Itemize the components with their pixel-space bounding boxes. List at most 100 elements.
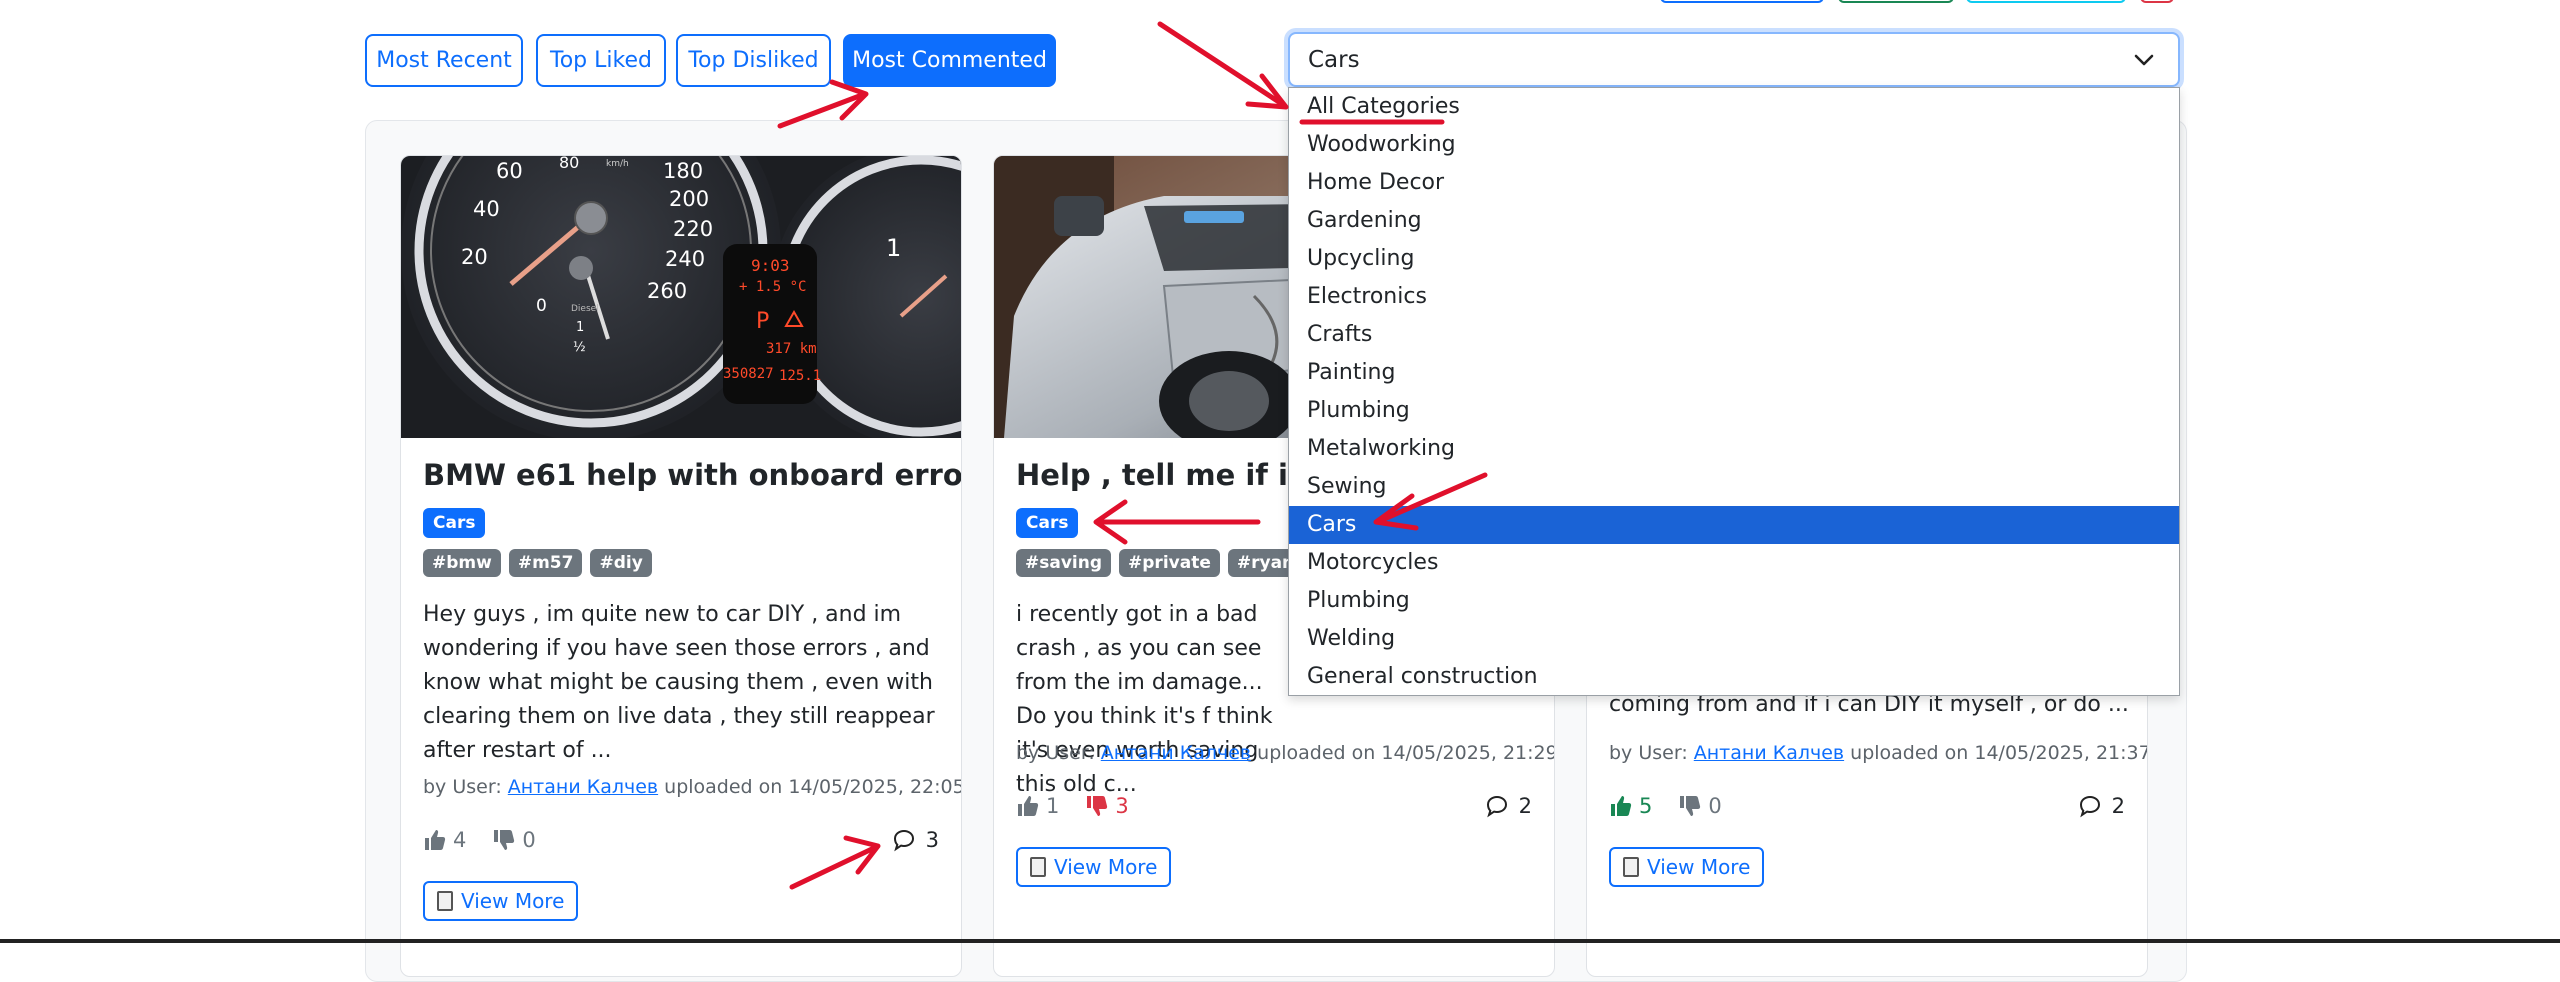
- comment-icon[interactable]: [892, 828, 916, 852]
- dash-tick: 220: [673, 217, 713, 241]
- category-option-home-decor[interactable]: Home Decor: [1289, 164, 2179, 202]
- tag-list: #saving #private #ryan: [1016, 549, 1304, 577]
- view-more-label: View More: [1647, 855, 1751, 879]
- dislike-count: 3: [1115, 794, 1129, 818]
- dash-tick: 80: [559, 156, 579, 172]
- category-option-plumbing[interactable]: Plumbing: [1289, 392, 2179, 430]
- header-button-partial-3[interactable]: [1966, 0, 2126, 3]
- dash-temp: + 1.5 °C: [739, 279, 806, 295]
- like-count: 5: [1639, 794, 1653, 818]
- comment-count: 3: [925, 828, 939, 852]
- dash-tick: 20: [461, 245, 488, 269]
- dash-trip: 125.1: [779, 368, 821, 384]
- dislike-count: 0: [522, 828, 536, 852]
- category-option-gardening[interactable]: Gardening: [1289, 202, 2179, 240]
- dash-gear: P: [756, 309, 769, 334]
- view-more-button[interactable]: View More: [1609, 847, 1765, 887]
- dash-fuel: ½: [573, 340, 586, 355]
- dash-tick: 60: [496, 159, 523, 183]
- category-option-painting[interactable]: Painting: [1289, 354, 2179, 392]
- dash-tick: 180: [663, 159, 703, 183]
- post-image-dashboard[interactable]: 60 80 40 20 0 km/h 180 200 220 240 260 1…: [401, 156, 961, 438]
- tag-badge: #m57: [508, 549, 583, 577]
- category-option-all[interactable]: All Categories: [1289, 88, 2179, 126]
- comment-icon[interactable]: [1485, 794, 1509, 818]
- dash-unit: km/h: [606, 159, 629, 169]
- category-select-value: Cars: [1308, 46, 1360, 73]
- category-option-cars[interactable]: Cars: [1289, 506, 2179, 544]
- comment-count: 2: [2111, 794, 2125, 818]
- dash-diesel: Diesel: [571, 304, 599, 314]
- dislike-count: 0: [1708, 794, 1722, 818]
- comment-count: 2: [1518, 794, 1532, 818]
- category-option-motorcycles[interactable]: Motorcycles: [1289, 544, 2179, 582]
- category-option-crafts[interactable]: Crafts: [1289, 316, 2179, 354]
- post-title: BMW e61 help with onboard errors: [423, 458, 962, 492]
- dash-tick: 1: [886, 234, 901, 262]
- dash-range: 317 km: [766, 341, 817, 357]
- category-dropdown-list[interactable]: All Categories Woodworking Home Decor Ga…: [1288, 87, 2180, 696]
- thumbs-up-icon[interactable]: [1016, 794, 1040, 818]
- category-select[interactable]: Cars: [1288, 32, 2180, 87]
- user-link[interactable]: Антани Калчев: [1101, 742, 1251, 764]
- category-option-upcycling[interactable]: Upcycling: [1289, 240, 2179, 278]
- upload-date: uploaded on 14/05/2025, 21:37:03: [1850, 742, 2147, 764]
- user-link[interactable]: Антани Калчев: [508, 776, 658, 798]
- category-option-electronics[interactable]: Electronics: [1289, 278, 2179, 316]
- category-badge: Cars: [423, 508, 486, 538]
- comment-count-group: 2: [1485, 794, 1532, 818]
- dash-tick: 40: [473, 197, 500, 221]
- dash-tick: 0: [536, 296, 547, 316]
- sort-most-recent-button[interactable]: Most Recent: [365, 34, 523, 87]
- sort-top-liked-button[interactable]: Top Liked: [536, 34, 666, 87]
- post-byline: by User: Антани Калчев uploaded on 14/05…: [423, 776, 961, 798]
- dash-clock: 9:03: [751, 256, 790, 275]
- post-byline: by User: Антани Калчев uploaded on 14/05…: [1609, 742, 2147, 764]
- chevron-down-icon: [2134, 54, 2154, 66]
- thumbs-up-icon[interactable]: [423, 828, 447, 852]
- tag-badge: #diy: [590, 549, 652, 577]
- category-option-plumbing-2[interactable]: Plumbing: [1289, 582, 2179, 620]
- view-more-button[interactable]: View More: [1016, 847, 1172, 887]
- header-button-partial-4[interactable]: [2140, 0, 2174, 3]
- comment-count-group: 3: [892, 828, 939, 852]
- tag-list: #bmw #m57 #diy: [423, 549, 652, 577]
- dash-tick: 240: [665, 247, 705, 271]
- post-byline: by User: Антани Калчев uploaded on 14/05…: [1016, 742, 1554, 764]
- dash-tick: 200: [669, 187, 709, 211]
- document-icon: [1623, 857, 1639, 877]
- category-badge: Cars: [1016, 508, 1079, 538]
- header-button-partial-2[interactable]: [1838, 0, 1954, 3]
- tag-badge: #saving: [1016, 549, 1112, 577]
- category-option-sewing[interactable]: Sewing: [1289, 468, 2179, 506]
- thumbs-down-icon[interactable]: [1678, 794, 1702, 818]
- like-count: 1: [1046, 794, 1060, 818]
- user-link[interactable]: Антани Калчев: [1694, 742, 1844, 764]
- vote-bar: 4 0: [423, 828, 536, 852]
- post-description: Hey guys , im quite new to car DIY , and…: [423, 602, 935, 763]
- category-option-general-construction[interactable]: General construction: [1289, 658, 2179, 696]
- vote-bar: 1 3: [1016, 794, 1129, 818]
- view-more-label: View More: [461, 889, 565, 913]
- post-card: 60 80 40 20 0 km/h 180 200 220 240 260 1…: [400, 155, 962, 977]
- tag-badge: #private: [1119, 549, 1220, 577]
- category-option-woodworking[interactable]: Woodworking: [1289, 126, 2179, 164]
- tag-badge: #bmw: [423, 549, 501, 577]
- header-button-partial-1[interactable]: [1660, 0, 1824, 3]
- thumbs-down-icon[interactable]: [492, 828, 516, 852]
- dash-odo: 350827: [723, 366, 774, 382]
- window-bottom-border: [0, 939, 2560, 943]
- category-option-metalworking[interactable]: Metalworking: [1289, 430, 2179, 468]
- thumbs-up-icon[interactable]: [1609, 794, 1633, 818]
- dash-tick: 260: [647, 279, 687, 303]
- by-user-label: by User:: [1016, 742, 1095, 764]
- sort-most-commented-button[interactable]: Most Commented: [843, 34, 1056, 87]
- thumbs-down-icon[interactable]: [1085, 794, 1109, 818]
- category-option-welding[interactable]: Welding: [1289, 620, 2179, 658]
- document-icon: [437, 891, 453, 911]
- comment-count-group: 2: [2078, 794, 2125, 818]
- comment-icon[interactable]: [2078, 794, 2102, 818]
- sort-top-disliked-button[interactable]: Top Disliked: [676, 34, 831, 87]
- view-more-button[interactable]: View More: [423, 881, 579, 921]
- annotation-arrow: [1157, 21, 1289, 110]
